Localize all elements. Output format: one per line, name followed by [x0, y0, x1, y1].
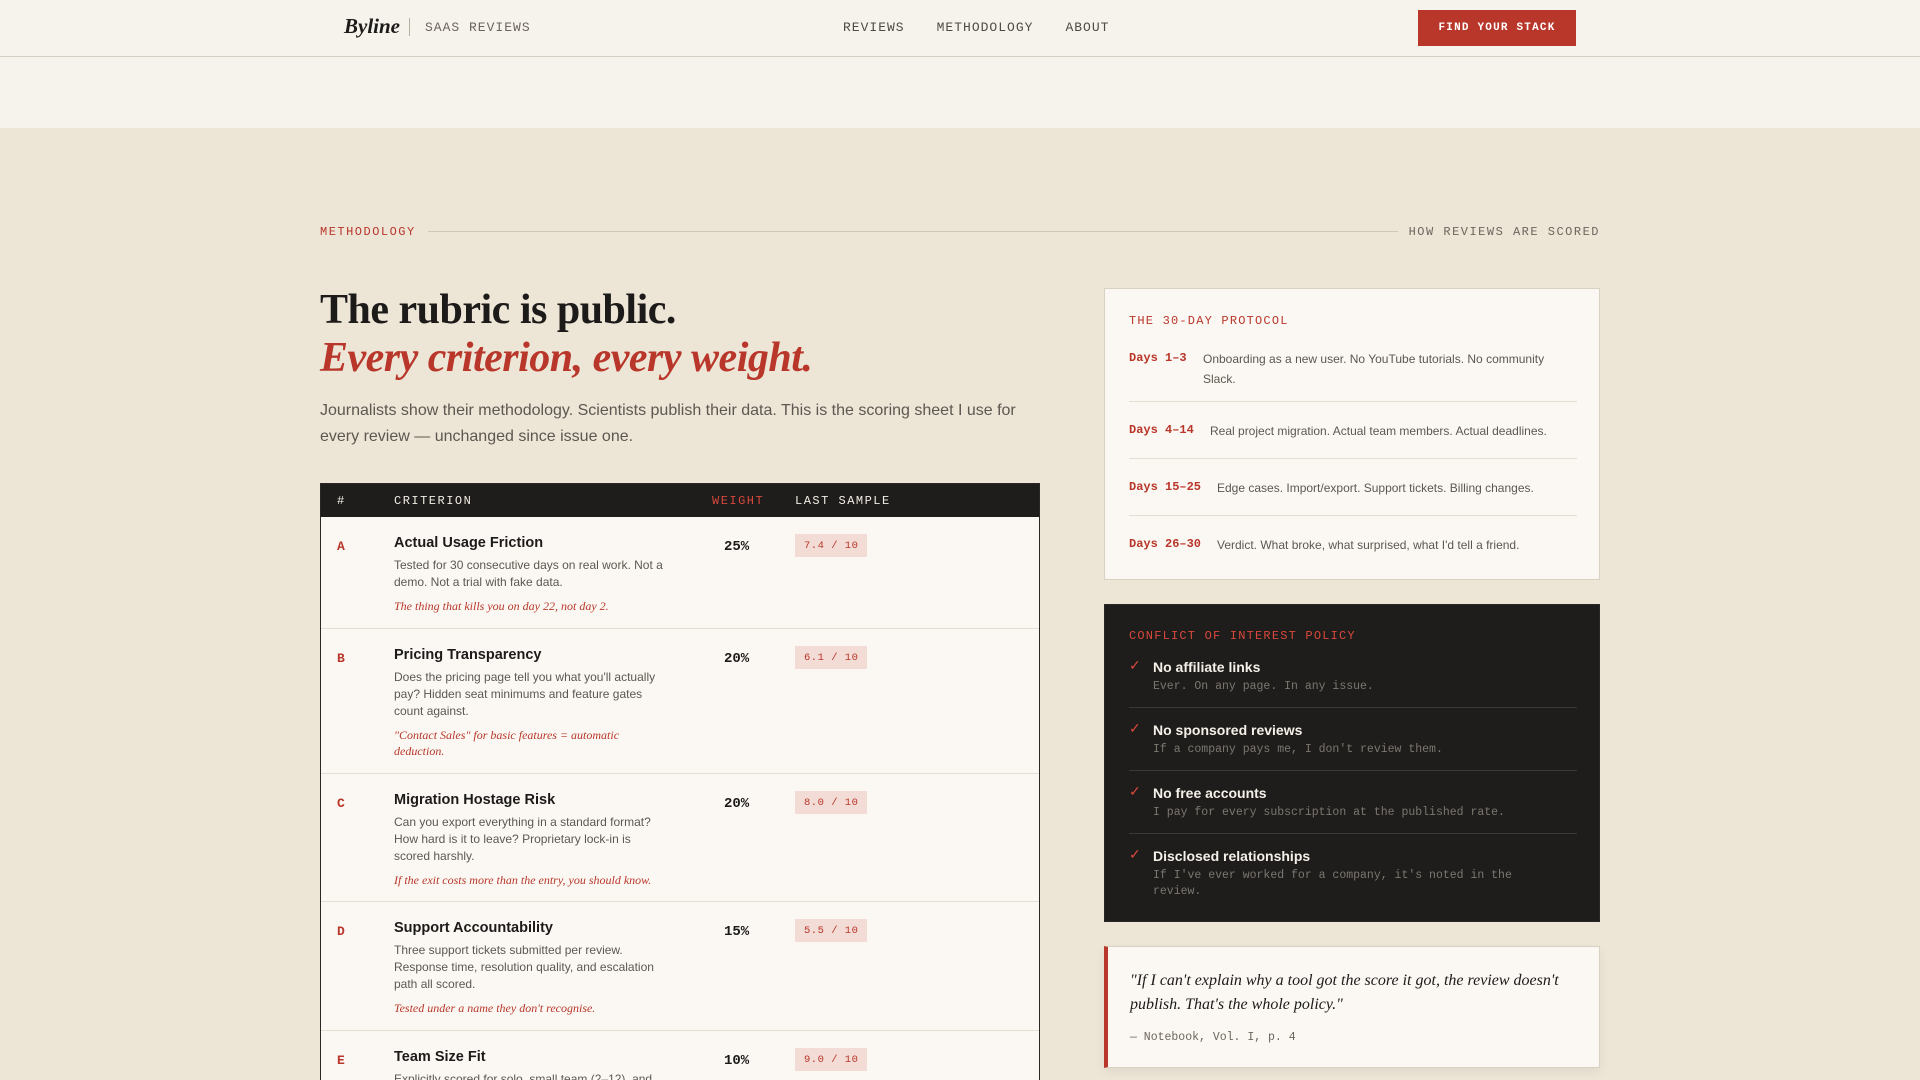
- policy-title: No free accounts: [1153, 785, 1267, 801]
- row-description: Tested for 30 consecutive days on real w…: [394, 558, 663, 589]
- row-weight: 20%: [724, 796, 750, 812]
- column-header-weight: WEIGHT: [712, 494, 765, 508]
- check-icon: ✓: [1129, 846, 1141, 862]
- conflict-label: CONFLICT OF INTEREST POLICY: [1129, 629, 1356, 643]
- brand-logo[interactable]: Byline: [344, 14, 400, 39]
- row-letter: E: [337, 1053, 345, 1068]
- row-description: Explicitly scored for solo, small team (…: [394, 1072, 653, 1080]
- table-row: D Support Accountability Three support t…: [321, 902, 1039, 1031]
- quote-citation: — Notebook, Vol. I, p. 4: [1130, 1031, 1296, 1044]
- main-nav: REVIEWS METHODOLOGY ABOUT: [843, 20, 1109, 35]
- row-sample-score: 7.4 / 10: [795, 534, 868, 557]
- row-body: Migration Hostage Risk Can you export ev…: [394, 792, 669, 888]
- step-text: Real project migration. Actual team memb…: [1210, 424, 1547, 438]
- section-eyebrow-right: HOW REVIEWS ARE SCORED: [1408, 225, 1600, 239]
- brand-divider: [409, 18, 410, 36]
- quote-text: "If I can't explain why a tool got the s…: [1130, 972, 1559, 1013]
- page-title: The rubric is public.: [320, 287, 676, 333]
- policy-title: No sponsored reviews: [1153, 722, 1303, 738]
- row-sample-score: 8.0 / 10: [795, 791, 868, 814]
- row-title: Actual Usage Friction: [394, 535, 544, 551]
- row-body: Pricing Transparency Does the pricing pa…: [394, 647, 669, 759]
- table-row: A Actual Usage Friction Tested for 30 co…: [321, 517, 1039, 629]
- row-note: "Contact Sales" for basic features = aut…: [394, 728, 620, 758]
- row-description: Can you export everything in a standard …: [394, 815, 651, 863]
- check-icon: ✓: [1129, 720, 1141, 736]
- conflict-policy-card: CONFLICT OF INTEREST POLICY ✓ No affilia…: [1104, 604, 1600, 922]
- rubric-table-header: # CRITERION WEIGHT LAST SAMPLE: [321, 484, 1039, 517]
- row-letter: B: [337, 651, 345, 666]
- step-days: Days 15–25: [1129, 480, 1202, 494]
- policy-quote: "If I can't explain why a tool got the s…: [1104, 946, 1600, 1068]
- nav-methodology[interactable]: METHODOLOGY: [937, 20, 1034, 35]
- find-your-stack-button[interactable]: FIND YOUR STACK: [1418, 10, 1576, 46]
- step-divider: [1129, 401, 1577, 402]
- protocol-label: THE 30-DAY PROTOCOL: [1129, 314, 1289, 328]
- step-days: Days 4–14: [1129, 423, 1194, 437]
- row-title: Pricing Transparency: [394, 647, 542, 663]
- row-title: Support Accountability: [394, 920, 553, 936]
- row-weight: 10%: [724, 1053, 750, 1069]
- row-note: If the exit costs more than the entry, y…: [394, 873, 652, 887]
- policy-subtitle: I pay for every subscription at the publ…: [1153, 806, 1505, 819]
- step-text: Edge cases. Import/export. Support ticke…: [1217, 481, 1534, 495]
- policy-subtitle: If a company pays me, I don't review the…: [1153, 743, 1443, 756]
- policy-divider: [1129, 833, 1577, 834]
- nav-about[interactable]: ABOUT: [1065, 20, 1109, 35]
- row-body: Team Size Fit Explicitly scored for solo…: [394, 1049, 669, 1080]
- row-title: Migration Hostage Risk: [394, 792, 556, 808]
- policy-divider: [1129, 707, 1577, 708]
- step-text: Onboarding as a new user. No YouTube tut…: [1203, 352, 1545, 386]
- row-weight: 25%: [724, 539, 750, 555]
- row-sample-score: 9.0 / 10: [795, 1048, 868, 1071]
- policy-subtitle: Ever. On any page. In any issue.: [1153, 680, 1374, 693]
- step-text: Verdict. What broke, what surprised, wha…: [1217, 538, 1520, 552]
- column-header-number: #: [337, 494, 346, 508]
- row-letter: A: [337, 539, 345, 554]
- row-description: Does the pricing page tell you what you'…: [394, 670, 656, 718]
- site-header: Byline SAAS REVIEWS REVIEWS METHODOLOGY …: [0, 0, 1920, 57]
- protocol-card: THE 30-DAY PROTOCOL Days 1–3 Onboarding …: [1104, 288, 1600, 580]
- section-eyebrow: METHODOLOGY: [320, 225, 416, 239]
- row-note: The thing that kills you on day 22, not …: [394, 599, 609, 613]
- row-weight: 15%: [724, 924, 750, 940]
- table-row: B Pricing Transparency Does the pricing …: [321, 629, 1039, 774]
- table-row: C Migration Hostage Risk Can you export …: [321, 774, 1039, 902]
- row-body: Support Accountability Three support tic…: [394, 920, 669, 1016]
- check-icon: ✓: [1129, 783, 1141, 799]
- row-sample-score: 6.1 / 10: [795, 646, 868, 669]
- page-lede: Journalists show their methodology. Scie…: [320, 402, 1016, 445]
- table-row: E Team Size Fit Explicitly scored for so…: [321, 1031, 1039, 1080]
- step-days: Days 1–3: [1129, 351, 1187, 365]
- brand-subtitle: SAAS REVIEWS: [425, 20, 531, 35]
- rubric-table: # CRITERION WEIGHT LAST SAMPLE A Actual …: [320, 483, 1040, 1080]
- policy-title: Disclosed relationships: [1153, 848, 1311, 864]
- policy-subtitle: If I've ever worked for a company, it's …: [1153, 869, 1512, 898]
- row-letter: C: [337, 796, 345, 811]
- column-header-sample: LAST SAMPLE: [795, 494, 891, 508]
- step-divider: [1129, 458, 1577, 459]
- row-note: Tested under a name they don't recognise…: [394, 1001, 596, 1015]
- step-divider: [1129, 515, 1577, 516]
- step-days: Days 26–30: [1129, 537, 1202, 551]
- row-letter: D: [337, 924, 345, 939]
- row-weight: 20%: [724, 651, 750, 667]
- row-body: Actual Usage Friction Tested for 30 cons…: [394, 535, 669, 614]
- row-title: Team Size Fit: [394, 1049, 486, 1065]
- eyebrow-rule: [428, 231, 1398, 232]
- policy-title: No affiliate links: [1153, 659, 1261, 675]
- column-header-criterion: CRITERION: [394, 494, 473, 508]
- nav-reviews[interactable]: REVIEWS: [843, 20, 905, 35]
- check-icon: ✓: [1129, 657, 1141, 673]
- page-title-accent: Every criterion, every weight.: [320, 335, 813, 381]
- policy-divider: [1129, 770, 1577, 771]
- row-sample-score: 5.5 / 10: [795, 919, 868, 942]
- row-description: Three support tickets submitted per revi…: [394, 943, 654, 991]
